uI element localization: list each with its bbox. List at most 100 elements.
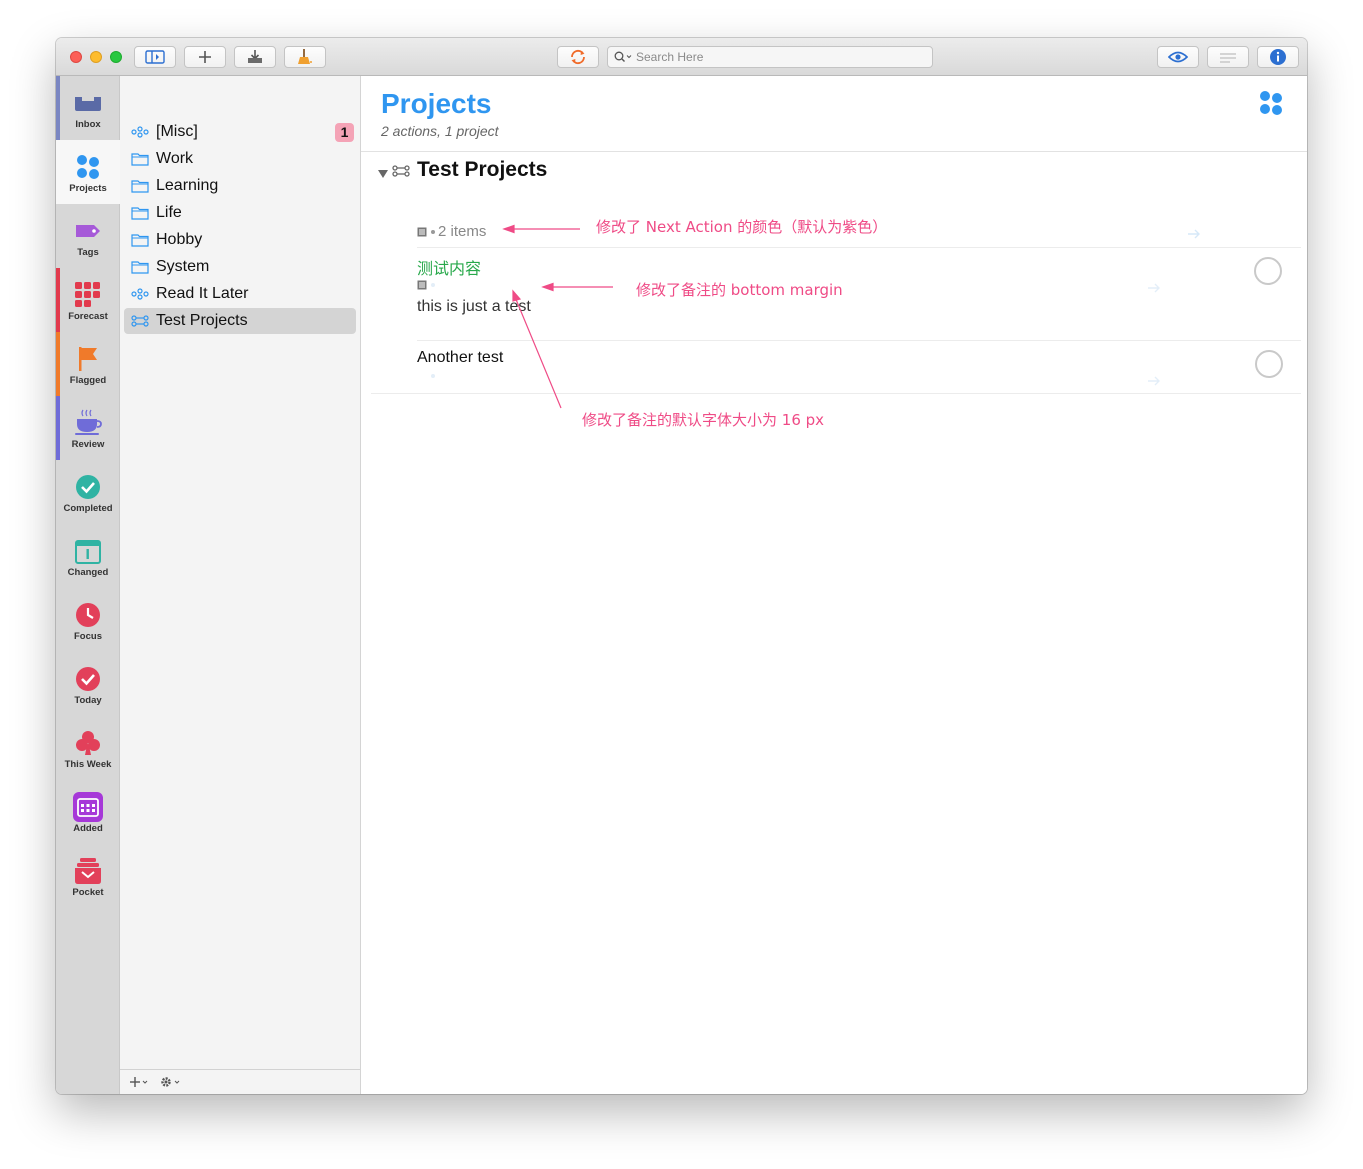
sequential-project-icon bbox=[392, 164, 410, 182]
annotation-note-font-size: 修改了备注的默认字体大小为 16 px bbox=[582, 411, 825, 429]
settings-menu-button[interactable] bbox=[160, 1076, 182, 1088]
folder-icon bbox=[130, 233, 150, 247]
perspective-review[interactable]: Review bbox=[56, 396, 120, 460]
row-divider bbox=[417, 247, 1301, 248]
close-window-button[interactable] bbox=[70, 51, 82, 63]
new-action-button[interactable] bbox=[184, 46, 226, 68]
toggle-sidebar-button[interactable] bbox=[134, 46, 176, 68]
review-cup-icon bbox=[73, 408, 103, 438]
perspective-changed[interactable]: Changed bbox=[56, 524, 120, 588]
note-icon bbox=[417, 280, 427, 290]
sync-button[interactable] bbox=[557, 46, 599, 68]
forecast-icon bbox=[73, 280, 103, 310]
project-list-item-test-projects[interactable]: Test Projects bbox=[124, 308, 356, 334]
due-count-badge: 1 bbox=[335, 123, 354, 142]
broom-icon bbox=[298, 49, 312, 64]
folder-icon bbox=[130, 260, 150, 274]
perspective-completed[interactable]: Completed bbox=[56, 460, 120, 524]
perspective-pocket[interactable]: Pocket bbox=[56, 844, 120, 908]
inspector-button[interactable] bbox=[1257, 46, 1299, 68]
today-check-icon bbox=[73, 664, 103, 694]
status-circle-checkbox[interactable] bbox=[1254, 257, 1282, 285]
completed-check-icon bbox=[73, 472, 103, 502]
action-title[interactable]: Another test bbox=[417, 349, 503, 367]
row-divider bbox=[417, 340, 1301, 341]
note-icon bbox=[417, 227, 427, 236]
action-title[interactable]: 测试内容 bbox=[417, 255, 481, 279]
project-list-pane: [Misc] 1 Work Learning Life Hobby System… bbox=[120, 76, 361, 1094]
right-arrow-icon[interactable] bbox=[1147, 373, 1161, 391]
perspective-focus[interactable]: Focus bbox=[56, 588, 120, 652]
page-subtitle: 2 actions, 1 project bbox=[381, 123, 499, 139]
flag-icon bbox=[73, 344, 103, 374]
minimize-window-button[interactable] bbox=[90, 51, 102, 63]
search-input[interactable] bbox=[634, 50, 916, 64]
project-list-item-learning[interactable]: Learning bbox=[124, 173, 356, 199]
search-field[interactable] bbox=[607, 46, 933, 68]
disclosure-triangle-icon[interactable] bbox=[377, 166, 389, 184]
club-this-week-icon bbox=[73, 728, 103, 758]
project-item-count: 2 items bbox=[438, 223, 487, 240]
action-note[interactable]: this is just a test bbox=[417, 298, 531, 316]
action-meta bbox=[417, 280, 438, 290]
project-title[interactable]: Test Projects bbox=[417, 158, 547, 182]
inbox-icon bbox=[73, 88, 103, 118]
perspective-inbox[interactable]: Inbox bbox=[56, 76, 120, 140]
perspective-tags[interactable]: Tags bbox=[56, 204, 120, 268]
folder-icon bbox=[130, 152, 150, 166]
folder-icon bbox=[130, 179, 150, 193]
perspective-projects[interactable]: Projects bbox=[56, 140, 120, 204]
inbox-download-icon bbox=[248, 50, 262, 63]
toolbar bbox=[56, 38, 1307, 76]
perspective-this-week[interactable]: This Week bbox=[56, 716, 120, 780]
row-divider bbox=[371, 393, 1301, 394]
single-actions-icon bbox=[130, 126, 150, 138]
search-icon bbox=[614, 51, 634, 63]
single-actions-icon bbox=[130, 288, 150, 300]
right-arrow-icon[interactable] bbox=[1147, 280, 1161, 298]
action-meta bbox=[417, 374, 438, 378]
quick-entry-button[interactable] bbox=[234, 46, 276, 68]
calendar-changed-icon bbox=[73, 536, 103, 566]
plus-icon bbox=[130, 1077, 148, 1087]
gear-icon bbox=[161, 1077, 180, 1087]
show-inspector-list-button[interactable] bbox=[1207, 46, 1249, 68]
sync-icon bbox=[571, 49, 585, 65]
status-circle-checkbox[interactable] bbox=[1255, 350, 1283, 378]
page-title: Projects bbox=[381, 88, 492, 119]
calendar-added-icon bbox=[73, 792, 103, 822]
sequential-project-icon bbox=[130, 315, 150, 327]
project-list-item-system[interactable]: System bbox=[124, 254, 356, 280]
tag-icon bbox=[73, 216, 103, 246]
perspective-added[interactable]: Added bbox=[56, 780, 120, 844]
project-list-footer bbox=[120, 1069, 360, 1094]
project-meta: 2 items bbox=[417, 223, 486, 240]
perspective-flagged[interactable]: Flagged bbox=[56, 332, 120, 396]
project-list-item-misc[interactable]: [Misc] 1 bbox=[124, 119, 356, 145]
sidebar-toggle-icon bbox=[145, 50, 165, 64]
right-arrow-icon[interactable] bbox=[1187, 226, 1201, 244]
zoom-window-button[interactable] bbox=[110, 51, 122, 63]
info-icon bbox=[1270, 49, 1286, 65]
eye-icon bbox=[1168, 51, 1188, 63]
perspective-today[interactable]: Today bbox=[56, 652, 120, 716]
project-list-item-hobby[interactable]: Hobby bbox=[124, 227, 356, 253]
plus-icon bbox=[199, 51, 211, 63]
annotation-note-bottom-margin: 修改了备注的 bottom margin bbox=[636, 281, 843, 299]
clean-up-button[interactable] bbox=[284, 46, 326, 68]
list-lines-icon bbox=[1220, 53, 1236, 63]
view-options-button[interactable] bbox=[1157, 46, 1199, 68]
perspective-sidebar: Inbox Projects Tags Forecast Flagged Rev… bbox=[56, 76, 120, 1094]
app-window: Inbox Projects Tags bbox=[56, 38, 1307, 1094]
projects-icon bbox=[73, 152, 103, 182]
annotation-next-action-color: 修改了 Next Action 的颜色（默认为紫色） bbox=[596, 218, 888, 236]
clock-focus-icon bbox=[73, 600, 103, 630]
folder-icon bbox=[130, 206, 150, 220]
project-list-item-life[interactable]: Life bbox=[124, 200, 356, 226]
add-item-menu-button[interactable] bbox=[130, 1076, 150, 1088]
project-list-item-work[interactable]: Work bbox=[124, 146, 356, 172]
project-list-item-read-it-later[interactable]: Read It Later bbox=[124, 281, 356, 307]
pocket-icon bbox=[73, 856, 103, 886]
projects-icon bbox=[1259, 90, 1283, 121]
perspective-forecast[interactable]: Forecast bbox=[56, 268, 120, 332]
